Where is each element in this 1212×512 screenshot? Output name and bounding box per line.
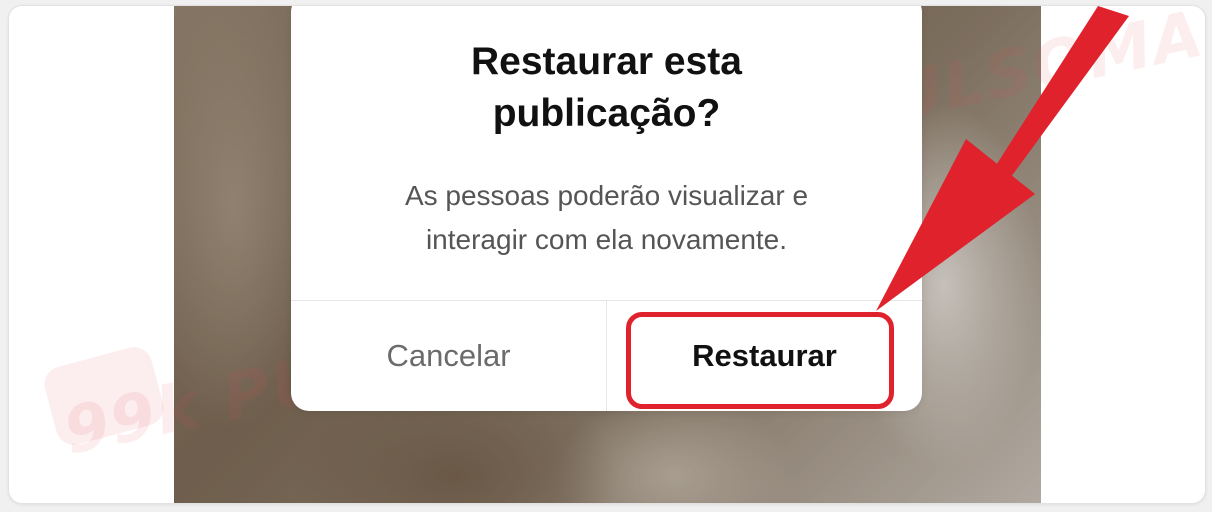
cancel-button[interactable]: Cancelar: [291, 301, 606, 411]
restore-button[interactable]: Restaurar: [607, 301, 922, 411]
dialog-title-line: publicação?: [492, 92, 721, 135]
dialog-title-line: Restaurar esta: [471, 40, 742, 83]
restore-post-dialog: Restaurar esta publicação? As pessoas po…: [291, 6, 922, 411]
dialog-message-line: interagir com ela novamente.: [425, 224, 788, 255]
screenshot-frame: 99k PULSOMAX 99k PULSOMAX Restaurar esta…: [8, 5, 1206, 504]
dialog-message-line: As pessoas poderão visualizar e: [404, 180, 809, 211]
dialog-title: Restaurar esta publicação?: [291, 36, 922, 140]
watermark-badge: [40, 343, 168, 449]
dialog-message: As pessoas poderão visualizar e interagi…: [291, 174, 922, 262]
